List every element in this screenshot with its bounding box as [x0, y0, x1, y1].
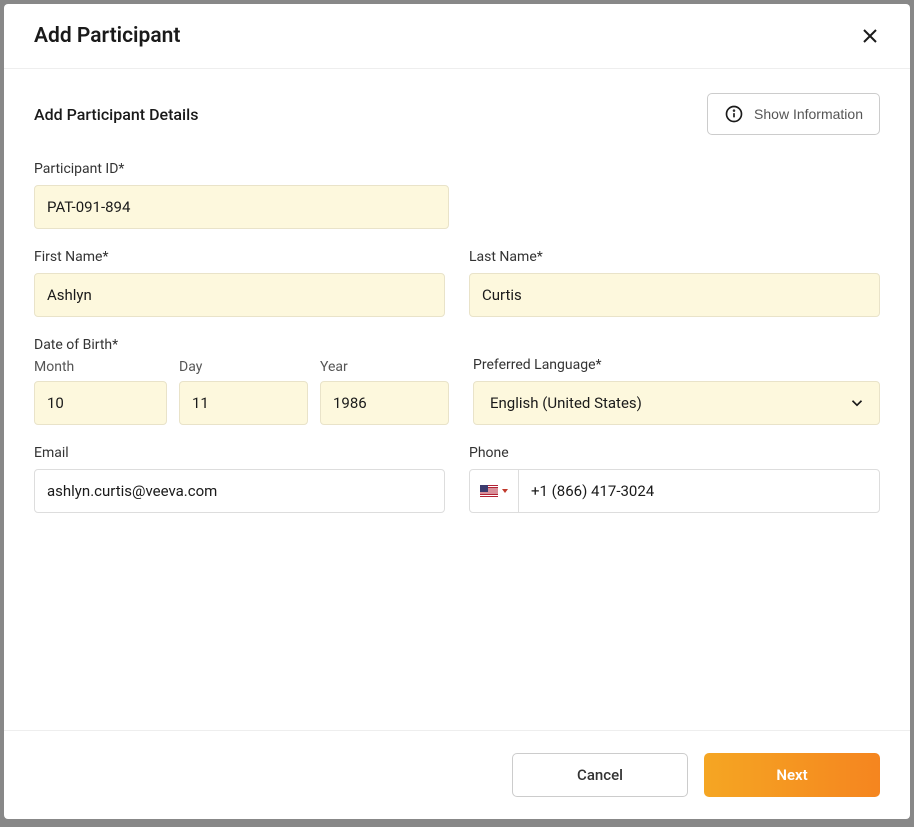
- preferred-language-value: English (United States): [490, 394, 642, 412]
- label-day: Day: [179, 359, 308, 375]
- modal-header: Add Participant: [4, 4, 910, 69]
- cancel-button[interactable]: Cancel: [512, 753, 688, 797]
- dob-inputs: [34, 381, 449, 425]
- label-first-name: First Name*: [34, 249, 445, 265]
- email-input[interactable]: [34, 469, 445, 513]
- label-email: Email: [34, 445, 445, 461]
- label-preferred-language: Preferred Language*: [473, 357, 880, 373]
- group-preferred-language: Preferred Language* English (United Stat…: [473, 337, 880, 425]
- close-icon[interactable]: [860, 26, 880, 46]
- day-input[interactable]: [179, 381, 308, 425]
- modal-title: Add Participant: [34, 24, 180, 48]
- preferred-language-select-wrapper: English (United States): [473, 381, 880, 425]
- preferred-language-select[interactable]: English (United States): [473, 381, 880, 425]
- info-icon: [724, 104, 744, 124]
- row-name: First Name* Last Name*: [34, 249, 880, 317]
- show-information-label: Show Information: [754, 106, 863, 122]
- modal-footer: Cancel Next: [4, 730, 910, 819]
- modal-body: Add Participant Details Show Information…: [4, 69, 910, 730]
- label-participant-id: Participant ID*: [34, 161, 449, 177]
- us-flag-icon: [480, 485, 498, 497]
- label-last-name: Last Name*: [469, 249, 880, 265]
- label-month: Month: [34, 359, 167, 375]
- group-email: Email: [34, 445, 445, 513]
- group-last-name: Last Name*: [469, 249, 880, 317]
- row-email-phone: Email Phone: [34, 445, 880, 513]
- label-year: Year: [320, 359, 449, 375]
- last-name-input[interactable]: [469, 273, 880, 317]
- country-flag-selector[interactable]: [470, 470, 519, 512]
- add-participant-modal: Add Participant Add Participant Details …: [4, 4, 910, 819]
- month-input[interactable]: [34, 381, 167, 425]
- participant-id-input[interactable]: [34, 185, 449, 229]
- group-phone: Phone: [469, 445, 880, 513]
- caret-down-icon: [502, 489, 508, 493]
- label-dob: Date of Birth*: [34, 337, 449, 353]
- row-participant-id: Participant ID*: [34, 161, 880, 229]
- section-header: Add Participant Details Show Information: [34, 93, 880, 135]
- label-phone: Phone: [469, 445, 880, 461]
- row-dob-language: Date of Birth* Month Day Year Preferred …: [34, 337, 880, 425]
- group-first-name: First Name*: [34, 249, 445, 317]
- next-button[interactable]: Next: [704, 753, 880, 797]
- section-title: Add Participant Details: [34, 105, 198, 124]
- show-information-button[interactable]: Show Information: [707, 93, 880, 135]
- group-dob: Date of Birth* Month Day Year: [34, 337, 449, 425]
- dob-sub-labels: Month Day Year: [34, 359, 449, 375]
- group-participant-id: Participant ID*: [34, 161, 449, 229]
- first-name-input[interactable]: [34, 273, 445, 317]
- phone-input-wrapper: [469, 469, 880, 513]
- year-input[interactable]: [320, 381, 449, 425]
- phone-input[interactable]: [519, 470, 879, 512]
